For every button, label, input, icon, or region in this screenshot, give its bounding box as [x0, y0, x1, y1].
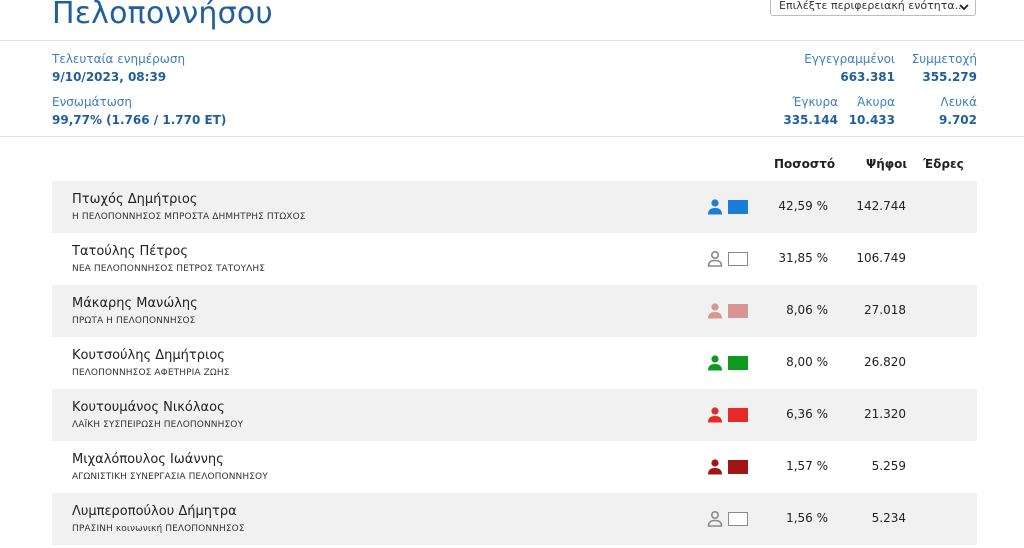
invalid-label: Άκυρα: [857, 95, 895, 109]
col-header-seats: Έδρες: [923, 157, 964, 171]
person-icon: [708, 303, 722, 319]
blank-value: 9.702: [939, 113, 977, 127]
invalid-value: 10.433: [848, 113, 895, 127]
candidate-name: Κουτσούλης Δημήτριος: [72, 348, 225, 363]
percent-value: 42,59 %: [778, 199, 828, 213]
party-name: ΑΓΩΝΙΣΤΙΚΗ ΣΥΝΕΡΓΑΣΙΑ ΠΕΛΟΠΟΝΝΗΣΟΥ: [72, 472, 268, 482]
candidate-name: Λυμπεροπούλου Δήμητρα: [72, 504, 237, 519]
party-color-swatch: [728, 460, 748, 474]
votes-value: 21.320: [864, 407, 906, 421]
percent-value: 8,06 %: [786, 303, 828, 317]
candidate-name: Πτωχός Δημήτριος: [72, 192, 198, 207]
registered-value: 663.381: [840, 70, 895, 84]
party-name: Η ΠΕΛΟΠΟΝΝΗΣΟΣ ΜΠΡΟΣΤΑ ΔΗΜΗΤΡΗΣ ΠΤΩΧΟΣ: [72, 212, 306, 222]
votes-value: 5.234: [871, 511, 906, 525]
party-color-swatch: [728, 512, 748, 526]
registered-label: Εγγεγραμμένοι: [804, 52, 895, 66]
party-color-swatch: [728, 356, 748, 370]
valid-value: 335.144: [783, 113, 838, 127]
percent-value: 8,00 %: [786, 355, 828, 369]
candidate-name: Κουτουμάνος Νικόλαος: [72, 400, 225, 415]
integration-value: 99,77% (1.766 / 1.770 ΕΤ): [52, 113, 227, 127]
votes-value: 5.259: [871, 459, 906, 473]
last-update-label: Τελευταία ενημέρωση: [52, 52, 186, 66]
chevron-down-icon: [959, 4, 969, 11]
party-color-swatch: [728, 200, 748, 214]
percent-value: 1,57 %: [786, 459, 828, 473]
party-color-swatch: [728, 408, 748, 422]
percent-value: 31,85 %: [778, 251, 828, 265]
region-unit-select[interactable]: Επιλέξτε περιφερειακή ενότητα...: [770, 0, 976, 16]
col-header-votes: Ψήφοι: [866, 157, 908, 171]
integration-label: Ενσωμάτωση: [52, 95, 132, 109]
table-row[interactable]: Τατούλης Πέτρος ΝΕΑ ΠΕΛΟΠΟΝΝΗΣΟΣ ΠΕΤΡΟΣ Τ…: [52, 233, 977, 285]
percent-value: 6,36 %: [786, 407, 828, 421]
person-outline-icon: [707, 510, 723, 527]
candidate-name: Μάκαρης Μανώλης: [72, 296, 198, 311]
party-name: ΠΡΑΣΙΝΗ κοινωνική ΠΕΛΟΠΟΝΝΗΣΟΣ: [72, 524, 245, 534]
col-header-percent: Ποσοστό: [774, 157, 836, 171]
votes-value: 27.018: [864, 303, 906, 317]
person-icon: [708, 407, 722, 423]
candidate-name: Τατούλης Πέτρος: [72, 244, 188, 259]
party-name: ΠΡΩΤΑ Η ΠΕΛΟΠΟΝΝΗΣΟΣ: [72, 316, 196, 326]
percent-value: 1,56 %: [786, 511, 828, 525]
person-icon: [708, 355, 722, 371]
votes-value: 142.744: [856, 199, 906, 213]
turnout-value: 355.279: [922, 70, 977, 84]
party-name: ΠΕΛΟΠΟΝΝΗΣΟΣ ΑΦΕΤΗΡΙΑ ΖΩΗΣ: [72, 368, 230, 378]
person-icon: [708, 199, 722, 215]
stats-divider: [0, 136, 1024, 137]
party-color-swatch: [728, 304, 748, 318]
header-divider: [0, 40, 1024, 41]
table-row[interactable]: Μάκαρης Μανώλης ΠΡΩΤΑ Η ΠΕΛΟΠΟΝΝΗΣΟΣ 8,06 …: [52, 285, 977, 337]
blank-label: Λευκά: [940, 95, 977, 109]
candidate-name: Μιχαλόπουλος Ιωάννης: [72, 452, 224, 467]
party-color-swatch: [728, 252, 748, 266]
turnout-label: Συμμετοχή: [911, 52, 977, 66]
table-row[interactable]: Κουτουμάνος Νικόλαος ΛΑΪΚΗ ΣΥΣΠΕΙΡΩΣΗ ΠΕΛ…: [52, 389, 977, 441]
valid-label: Έγκυρα: [792, 95, 838, 109]
party-name: ΛΑΪΚΗ ΣΥΣΠΕΙΡΩΣΗ ΠΕΛΟΠΟΝΝΗΣΟΥ: [72, 420, 244, 430]
table-row[interactable]: Μιχαλόπουλος Ιωάννης ΑΓΩΝΙΣΤΙΚΗ ΣΥΝΕΡΓΑΣΙ…: [52, 441, 977, 493]
votes-value: 26.820: [864, 355, 906, 369]
page-title: Πελοποννήσου: [52, 0, 273, 31]
votes-value: 106.749: [856, 251, 906, 265]
table-row[interactable]: Πτωχός Δημήτριος Η ΠΕΛΟΠΟΝΝΗΣΟΣ ΜΠΡΟΣΤΑ Δ…: [52, 181, 977, 233]
table-row[interactable]: Κουτσούλης Δημήτριος ΠΕΛΟΠΟΝΝΗΣΟΣ ΑΦΕΤΗΡΙ…: [52, 337, 977, 389]
last-update-value: 9/10/2023, 08:39: [52, 70, 167, 84]
party-name: ΝΕΑ ΠΕΛΟΠΟΝΝΗΣΟΣ ΠΕΤΡΟΣ ΤΑΤΟΥΛΗΣ: [72, 264, 266, 274]
table-row[interactable]: Λυμπεροπούλου Δήμητρα ΠΡΑΣΙΝΗ κοινωνική Π…: [52, 493, 977, 545]
region-select-value: Επιλέξτε περιφερειακή ενότητα...: [779, 0, 966, 12]
person-icon: [708, 459, 722, 475]
person-outline-icon: [707, 250, 723, 267]
